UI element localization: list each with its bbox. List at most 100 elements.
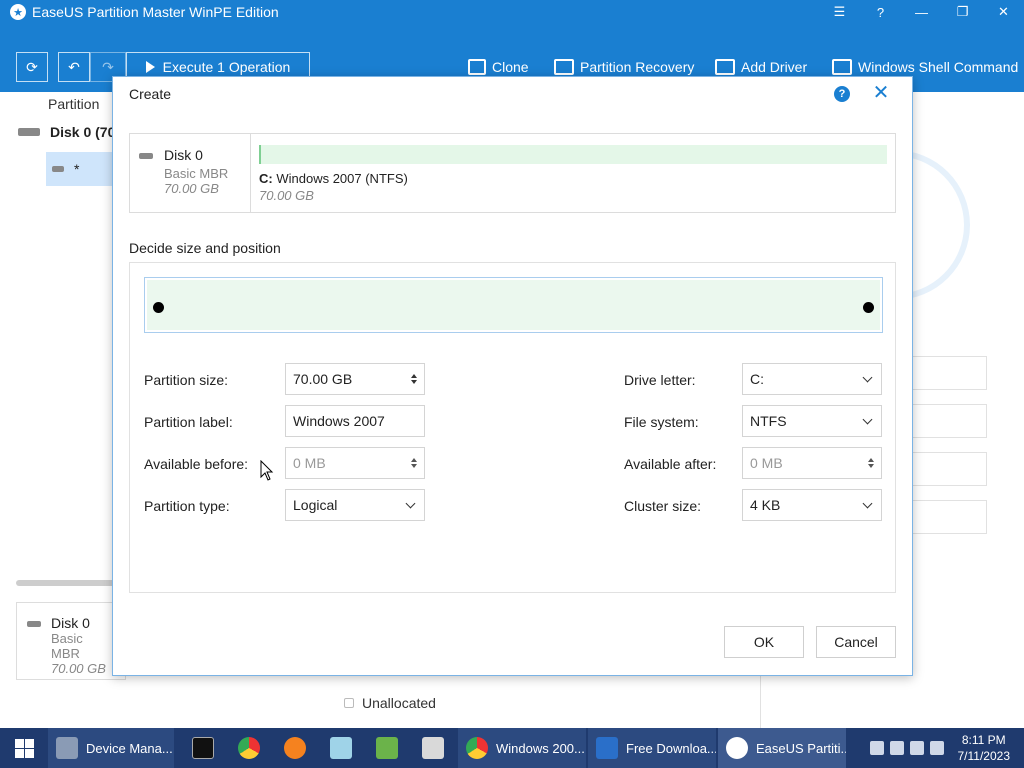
add-driver-button[interactable]: Add Driver [715, 56, 807, 78]
display-icon[interactable] [909, 741, 924, 755]
slider-left-handle[interactable] [153, 302, 164, 313]
redo-icon: ↷ [102, 58, 114, 75]
refresh-button[interactable]: ⟳ [16, 52, 48, 82]
info-box [912, 500, 987, 534]
system-tray: 8:11 PM 7/11/2023 [869, 732, 1024, 764]
easeus-logo-icon: ★ [10, 4, 26, 20]
available-before-stepper[interactable]: 0 MB [285, 447, 425, 479]
help-icon[interactable]: ? [834, 86, 850, 102]
partition-block[interactable]: C: Windows 2007 (NTFS) 70.00 GB [251, 134, 895, 212]
partition-type-select[interactable]: Logical [285, 489, 425, 521]
network-icon[interactable] [889, 741, 904, 755]
cluster-size-select[interactable]: 4 KB [742, 489, 882, 521]
create-partition-dialog: Create ? ✕ Disk 0 Basic MBR 70.00 GB C: … [112, 76, 913, 676]
partition-size-stepper[interactable]: 70.00 GB [285, 363, 425, 395]
volume-icon[interactable] [929, 741, 944, 755]
paint-icon [422, 737, 444, 759]
start-button[interactable] [0, 728, 48, 768]
available-after-stepper[interactable]: 0 MB [742, 447, 882, 479]
clock[interactable]: 8:11 PM 7/11/2023 [950, 732, 1019, 764]
taskbar-pin-editor[interactable] [364, 728, 410, 768]
partition-size-label: Partition size: [144, 372, 229, 388]
disk-type: Basic MBR [164, 166, 229, 181]
partition-size-slider[interactable] [144, 277, 883, 333]
clock-date: 7/11/2023 [957, 749, 1011, 763]
info-box [912, 452, 987, 486]
slider-fill [147, 280, 880, 330]
taskbar-pin-paint[interactable] [410, 728, 456, 768]
partition-recovery-icon [554, 59, 574, 75]
divider [760, 676, 761, 728]
terminal-icon [192, 737, 214, 759]
ok-button[interactable]: OK [724, 626, 804, 658]
dialog-close-icon[interactable]: ✕ [871, 83, 891, 103]
taskbar-pin-terminal[interactable] [180, 728, 226, 768]
taskbar-pin-chrome[interactable] [226, 728, 272, 768]
device-manager-icon [56, 737, 78, 759]
mouse-cursor-icon [260, 460, 274, 481]
app-title: EaseUS Partition Master WinPE Edition [32, 4, 279, 20]
info-box [912, 356, 987, 390]
taskbar-pin-notepad[interactable] [318, 728, 364, 768]
spinner-icon[interactable] [411, 374, 417, 384]
taskbar-item-chrome[interactable]: Windows 200... [458, 728, 586, 768]
partition-label-label: Partition label: [144, 414, 233, 430]
available-before-label: Available before: [144, 456, 249, 472]
partition-column-header: Partition [48, 96, 100, 112]
size-position-panel: Partition size: 70.00 GB Partition label… [129, 262, 896, 593]
refresh-icon: ⟳ [26, 58, 38, 75]
spinner-icon[interactable] [868, 458, 874, 468]
firefox-icon [284, 737, 306, 759]
spinner-icon[interactable] [411, 458, 417, 468]
taskbar-item-browser[interactable]: Free Downloa... [588, 728, 716, 768]
minimize-icon[interactable]: — [901, 0, 942, 24]
disk-map-card[interactable]: Disk 0 Basic MBR 70.00 GB [16, 602, 126, 680]
slider-right-handle[interactable] [863, 302, 874, 313]
partition-label-input[interactable]: Windows 2007 [285, 405, 425, 437]
disk-map-type: Basic MBR [51, 631, 83, 661]
cancel-button[interactable]: Cancel [816, 626, 896, 658]
unallocated-swatch-icon [344, 698, 354, 708]
cluster-size-label: Cluster size: [624, 498, 702, 514]
undo-button[interactable]: ↶ [58, 52, 90, 82]
add-driver-label: Add Driver [741, 59, 808, 75]
horizontal-scrollbar[interactable] [16, 580, 116, 586]
partition-size-value: 70.00 GB [293, 371, 353, 387]
menu-icon[interactable]: ☰ [819, 0, 860, 24]
available-after-label: Available after: [624, 456, 717, 472]
tray-app-icon[interactable] [869, 741, 884, 755]
disk-row-label: Disk 0 (70 [50, 124, 116, 140]
chevron-down-icon [862, 498, 873, 508]
taskbar-item-label: Device Mana... [86, 740, 173, 756]
disk-row[interactable]: Disk 0 (70 [18, 124, 115, 140]
unallocated-legend: Unallocated [344, 695, 436, 711]
partition-row-selected[interactable]: * [46, 152, 116, 186]
taskbar-pin-firefox[interactable] [272, 728, 318, 768]
windows-shell-command-button[interactable]: Windows Shell Command [832, 56, 1018, 78]
taskbar-item-easeus[interactable]: EaseUS Partiti... [718, 728, 846, 768]
editor-icon [376, 737, 398, 759]
browser-icon [596, 737, 618, 759]
partition-recovery-button[interactable]: Partition Recovery [554, 56, 694, 78]
drive-letter-select[interactable]: C: [742, 363, 882, 395]
partition-letter: C: [259, 171, 273, 186]
file-system-select[interactable]: NTFS [742, 405, 882, 437]
file-system-label: File system: [624, 414, 699, 430]
restore-icon[interactable]: ❐ [942, 0, 983, 24]
taskbar-item-device-manager[interactable]: Device Mana... [48, 728, 174, 768]
chevron-down-icon [862, 372, 873, 382]
clone-icon [468, 59, 486, 75]
info-box [912, 404, 987, 438]
partition-label-value: Windows 2007 [293, 413, 385, 429]
file-system-value: NTFS [750, 413, 787, 429]
taskbar: Device Mana... Windows 200... Free Downl… [0, 728, 1024, 768]
disk-info: Disk 0 Basic MBR 70.00 GB [130, 134, 251, 212]
disk-size: 70.00 GB [164, 181, 219, 196]
dialog-title: Create [129, 86, 172, 102]
clone-button[interactable]: Clone [468, 56, 529, 78]
help-icon[interactable]: ? [860, 0, 901, 24]
disk-overview: Disk 0 Basic MBR 70.00 GB C: Windows 200… [129, 133, 896, 213]
close-icon[interactable]: ✕ [983, 0, 1024, 24]
chevron-down-icon [405, 498, 416, 508]
add-driver-icon [715, 59, 735, 75]
